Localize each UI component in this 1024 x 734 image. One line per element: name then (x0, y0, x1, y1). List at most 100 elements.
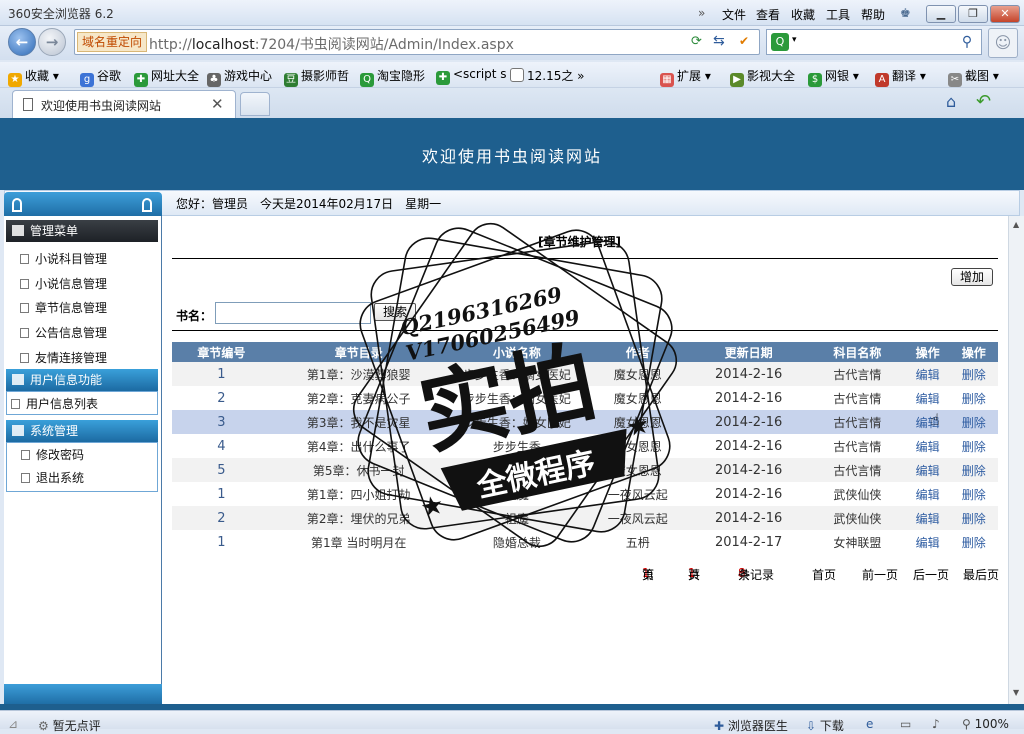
cell-update-date: 2014-2-16 (688, 410, 810, 434)
cell-category-name: 武侠仙侠 (833, 487, 882, 502)
tool-translate[interactable]: A 翻译 ▾ (875, 67, 926, 87)
tool-extensions[interactable]: ▦ 扩展 ▾ (660, 67, 711, 87)
sidebar-item-category[interactable]: 小说科目管理 (20, 250, 107, 267)
cell-novel-name: 隐婚总裁 (492, 535, 541, 550)
cell-edit-link[interactable]: 编辑 (906, 434, 950, 458)
cell-edit-link[interactable]: 编辑 (905, 458, 950, 482)
tool-bank[interactable]: $ 网银 ▾ (808, 67, 859, 87)
sidebar-item-notices[interactable]: 公告信息管理 (20, 324, 107, 341)
pager-prev-link[interactable]: 前一页 (862, 566, 898, 583)
fav-script[interactable]: ✚ <script s (436, 67, 507, 85)
status-download[interactable]: ⇩ 下载 (806, 717, 844, 734)
fav-taobao[interactable]: Q 淘宝隐形 (360, 67, 425, 87)
domain-redirect-badge[interactable]: 域名重定向 (77, 32, 148, 52)
cell-delete-link[interactable]: 删除 (949, 458, 998, 482)
sidebar-item-links[interactable]: 友情连接管理 (20, 349, 107, 366)
pager-next-link[interactable]: 后一页 (913, 566, 949, 583)
menu-view[interactable]: 查看 (756, 6, 780, 23)
status-review[interactable]: ⚙ 暂无点评 (38, 717, 101, 734)
cell-delete-link[interactable]: 删除 (950, 482, 998, 506)
section-title: 系统管理 (30, 424, 79, 438)
cell-edit-link[interactable]: 编辑 (905, 506, 950, 530)
url-text[interactable]: http://localhost:7204/书虫阅读网站/Admin/Index… (149, 34, 514, 54)
cell-delete-link[interactable]: 删除 (950, 530, 998, 554)
tool-video[interactable]: ▶ 影视大全 (730, 67, 795, 87)
cell-delete-link[interactable]: 删除 (950, 434, 998, 458)
grid-icon: ▦ (660, 73, 674, 87)
sidebar-item-change-password[interactable]: 修改密码 (21, 446, 84, 463)
menu-file[interactable]: 文件 (722, 6, 746, 23)
table-header-row: 章节编号 章节目录 小说名称 作者 更新日期 科目名称 操作 操作 (172, 342, 998, 362)
cell-edit-link[interactable]: 编辑 (905, 362, 950, 386)
menu-help[interactable]: 帮助 (861, 6, 885, 23)
fav-game-center[interactable]: ♣ 游戏中心 (207, 67, 272, 87)
table-row: 2 第2章：克妻病公子 步步生香：嫡女医妃 魔女恩恩 2014-2-16 古代言情 编辑 删除 (172, 386, 998, 410)
section-system[interactable]: 系统管理 (6, 420, 158, 442)
close-window-button[interactable]: ✕ (990, 5, 1020, 23)
forward-button[interactable]: → (38, 28, 66, 56)
search-box[interactable]: Q ▾ ⚲ (766, 29, 982, 55)
pager-last-link[interactable]: 最后页 (963, 566, 999, 583)
search-icon[interactable]: ⚲ (955, 31, 979, 53)
compat-mode-icon[interactable]: ⇆ (713, 33, 725, 49)
new-tab-button[interactable] (240, 92, 270, 116)
address-bar[interactable]: 域名重定向 http://localhost:7204/书虫阅读网站/Admin… (74, 29, 760, 55)
page-icon (11, 399, 20, 409)
fav-photographer[interactable]: 豆摄影师哲 (284, 67, 349, 87)
fav-collect[interactable]: ★ 收藏 ▾ (8, 67, 59, 87)
section-user-functions[interactable]: 用户信息功能 (6, 369, 158, 391)
fav-1215[interactable]: 12.15之 » (510, 67, 585, 84)
section-admin-menu[interactable]: 管理菜单 (6, 220, 158, 242)
pager-first-link[interactable]: 首页 (812, 566, 836, 583)
close-tab-icon[interactable]: ✕ (211, 95, 224, 113)
scroll-down-icon[interactable]: ▼ (1013, 688, 1019, 697)
divider (172, 258, 998, 259)
home-icon[interactable]: ⌂ (946, 92, 956, 111)
cell-update-date: 2014-2-17 (714, 534, 783, 550)
tool-screenshot[interactable]: ✂ 截图 ▾ (948, 67, 999, 87)
dropdown-chevron-icon[interactable]: ✔ (739, 34, 749, 48)
ring-icon (142, 198, 152, 212)
cell-delete-link[interactable]: 删除 (949, 410, 998, 434)
back-button[interactable]: ← (8, 28, 36, 56)
banner-title: 欢迎使用书虫阅读网站 (421, 147, 602, 166)
menu-chevron-icon[interactable]: » (698, 6, 705, 20)
search-button[interactable]: 搜索 (374, 303, 416, 321)
cell-edit-link[interactable]: 编辑 (906, 482, 950, 506)
page-icon (20, 303, 29, 313)
page-icon (20, 254, 29, 264)
status-doctor[interactable]: ✚ 浏览器医生 (714, 717, 788, 734)
user-avatar[interactable]: ☺ (988, 28, 1018, 58)
cell-chapter-title: 第5章：休书一封 (270, 458, 447, 482)
cell-delete-link[interactable]: 删除 (949, 362, 998, 386)
divider (172, 330, 998, 331)
search-engine-icon[interactable]: Q (771, 33, 789, 51)
sidebar-item-chapters[interactable]: 章节信息管理 (20, 299, 107, 316)
cell-edit-link[interactable]: 编辑 (906, 386, 950, 410)
maximize-button[interactable]: ❐ (958, 5, 988, 23)
sidebar-item-novels[interactable]: 小说信息管理 (20, 275, 107, 292)
sidebar-item-user-list[interactable]: 用户信息列表 (11, 395, 98, 412)
tab-active[interactable]: 欢迎使用书虫阅读网站 ✕ (12, 90, 236, 118)
cell-edit-link[interactable]: 编辑 (905, 410, 950, 434)
search-engine-dropdown-icon[interactable]: ▾ (792, 35, 797, 45)
skin-icon[interactable]: ♚ (900, 6, 911, 20)
undo-close-icon[interactable]: ↶ (976, 91, 991, 112)
table-row: 5 第5章：休书一封 步步生香 魔女恩恩 2014-2-16 古代言情 编辑 删除 (172, 458, 998, 482)
cell-delete-link[interactable]: 删除 (949, 506, 998, 530)
refresh-icon[interactable]: ⟳ (691, 34, 702, 49)
menu-tools[interactable]: 工具 (826, 6, 850, 23)
scroll-up-icon[interactable]: ▲ (1013, 220, 1019, 229)
fav-site-nav[interactable]: ✚ 网址大全 (134, 67, 199, 87)
menu-favorites[interactable]: 收藏 (791, 6, 815, 23)
cell-edit-link[interactable]: 编辑 (906, 530, 950, 554)
add-button[interactable]: 增加 (951, 268, 993, 286)
sidebar-item-logout[interactable]: 退出系统 (21, 469, 84, 486)
page-icon (20, 328, 29, 338)
tab-title[interactable]: 欢迎使用书虫阅读网站 (41, 97, 161, 114)
book-name-input[interactable] (215, 302, 371, 324)
cell-delete-link[interactable]: 删除 (950, 386, 998, 410)
minimize-button[interactable]: ▁ (926, 5, 956, 23)
vertical-scrollbar[interactable]: ▲ ▼ (1008, 216, 1024, 704)
fav-google[interactable]: g 谷歌 (80, 67, 121, 87)
